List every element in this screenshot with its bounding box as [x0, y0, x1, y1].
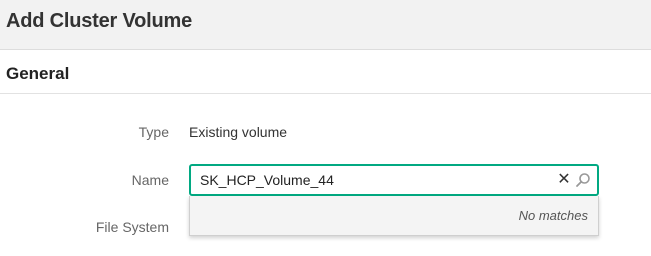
- no-matches-text: No matches: [518, 208, 588, 223]
- page-title: Add Cluster Volume: [6, 10, 193, 32]
- search-icon[interactable]: [575, 172, 591, 188]
- type-label: Type: [138, 124, 169, 140]
- dialog-header: Add Cluster Volume: [0, 0, 651, 50]
- type-value: Existing volume: [189, 124, 288, 140]
- section-title-general: General: [6, 64, 70, 83]
- name-suggestions-dropdown: No matches: [189, 196, 599, 236]
- name-input-value[interactable]: SK_HCP_Volume_44: [200, 172, 334, 188]
- close-icon[interactable]: ✕: [557, 171, 571, 189]
- file-system-label: File System: [95, 219, 169, 235]
- section-divider: [0, 93, 651, 94]
- name-label: Name: [131, 172, 169, 188]
- name-search-input[interactable]: SK_HCP_Volume_44 ✕: [189, 164, 599, 196]
- add-cluster-volume-dialog: Add Cluster Volume General Type Existing…: [0, 0, 651, 256]
